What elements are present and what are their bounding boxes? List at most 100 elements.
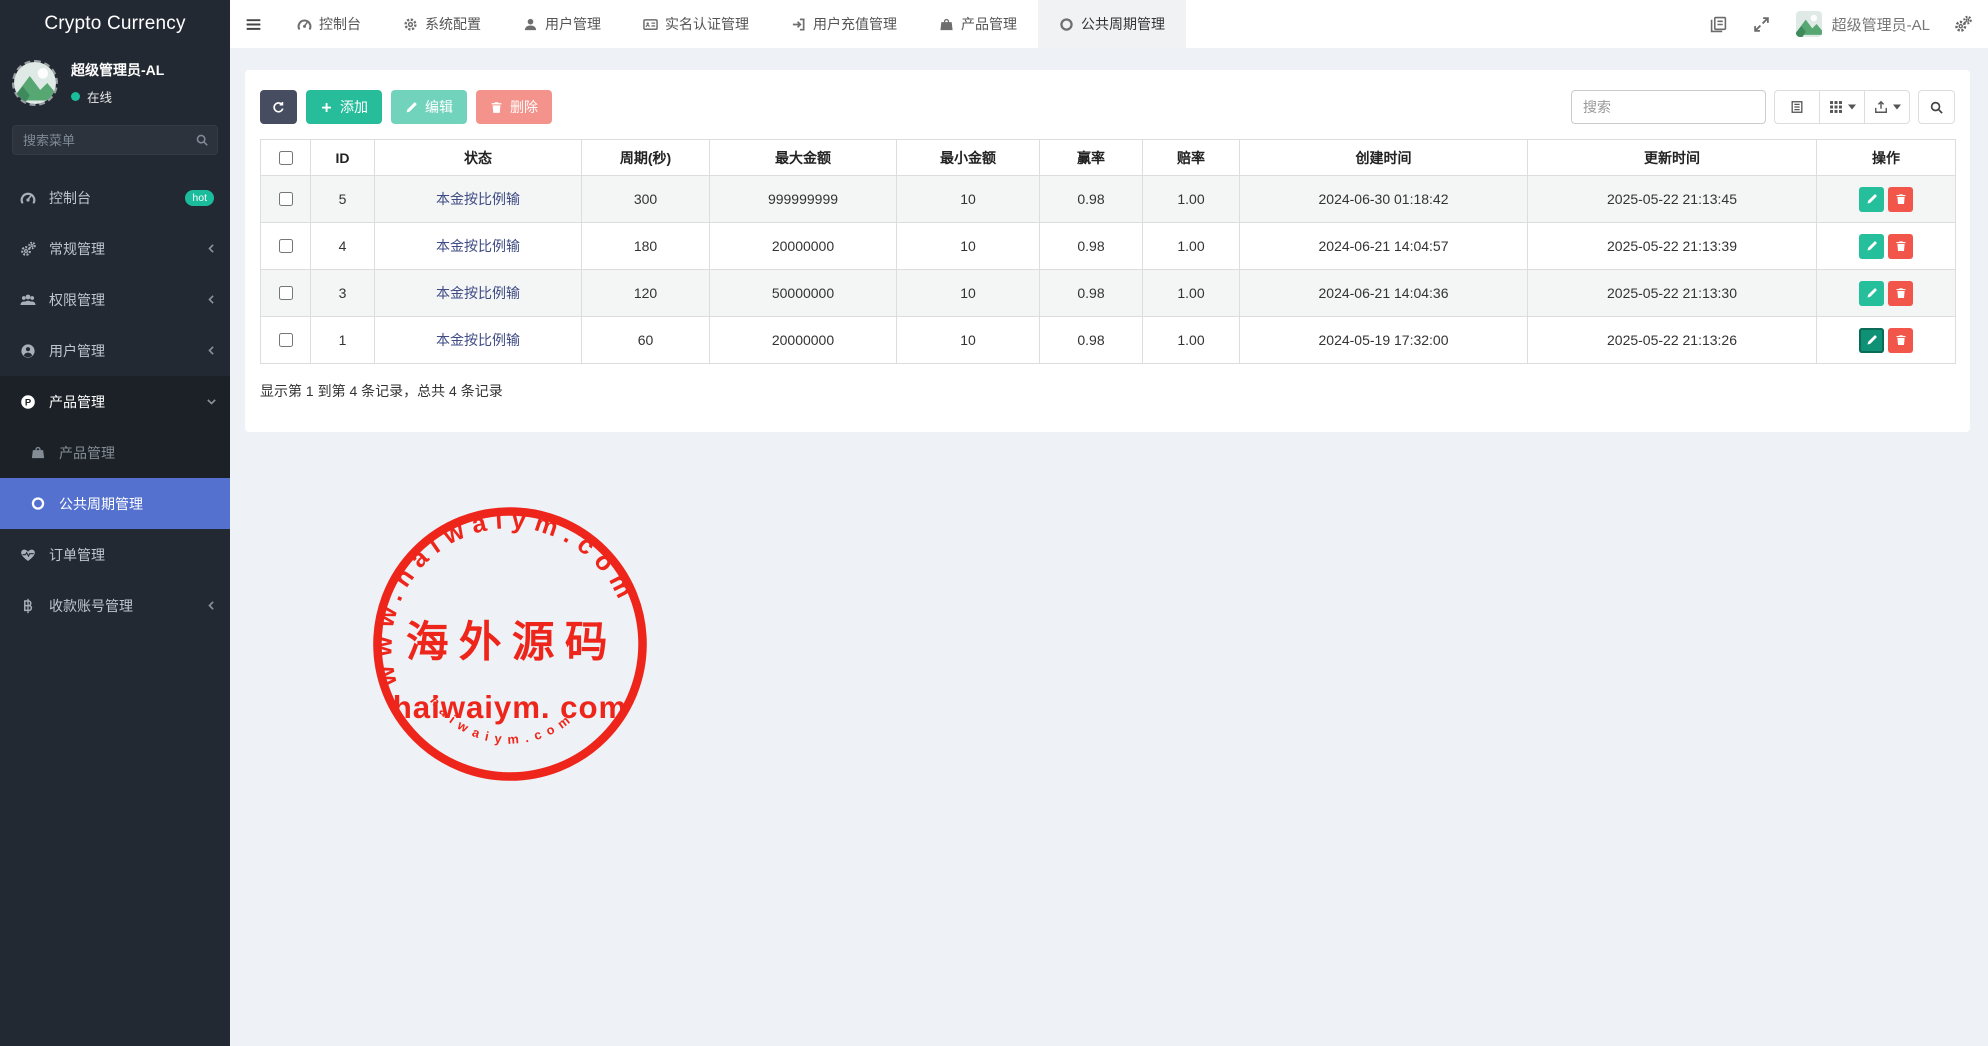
cell-created: 2024-06-30 01:18:42 (1240, 176, 1528, 223)
cell-period: 180 (582, 223, 710, 270)
row-checkbox[interactable] (279, 239, 293, 253)
fullscreen-icon[interactable] (1753, 16, 1770, 33)
row-delete-button[interactable] (1888, 328, 1913, 353)
menu-search-input[interactable] (12, 125, 218, 155)
sidebar-item-dashboard[interactable]: 控制台 hot (0, 172, 230, 223)
topbar-tabs: 控制台 系统配置 用户管理 实名认证管理 用户充值管理 (276, 0, 1186, 48)
sidebar-item-orders[interactable]: 订单管理 (0, 529, 230, 580)
view-button-group (1774, 90, 1910, 124)
cell-status: 本金按比例输 (375, 317, 582, 364)
row-checkbox[interactable] (279, 333, 293, 347)
header-checkbox-cell (261, 140, 311, 176)
table-row: 5本金按比例输300999999999100.981.002024-06-30 … (261, 176, 1956, 223)
row-checkbox[interactable] (279, 192, 293, 206)
caret-down-icon (1848, 104, 1856, 110)
avatar[interactable] (12, 60, 58, 106)
svg-text:www.haiwaiym.com: www.haiwaiym.com (369, 506, 642, 690)
sign-in-icon (791, 17, 806, 32)
pagination-toggle-button[interactable] (1774, 90, 1820, 124)
search-button[interactable] (1918, 90, 1955, 124)
tab-label: 用户管理 (545, 14, 601, 34)
cell-created: 2024-06-21 14:04:57 (1240, 223, 1528, 270)
cell-id: 1 (311, 317, 375, 364)
chevron-down-icon (205, 395, 218, 408)
tab-label: 产品管理 (961, 14, 1017, 34)
tab-product-manage[interactable]: 产品管理 (918, 0, 1038, 48)
sidebar-item-general[interactable]: 常规管理 (0, 223, 230, 274)
pencil-icon (1866, 240, 1878, 252)
topbar: 控制台 系统配置 用户管理 实名认证管理 用户充值管理 (230, 0, 1988, 48)
sidebar-subitem-public-cycle[interactable]: 公共周期管理 (0, 478, 230, 529)
sidebar-item-products[interactable]: P 产品管理 (0, 376, 230, 427)
users-icon (20, 292, 36, 308)
topbar-user-name[interactable]: 超级管理员-AL (1832, 14, 1930, 35)
trash-icon (1895, 240, 1907, 252)
docs-icon[interactable] (1710, 16, 1727, 33)
row-edit-button[interactable] (1859, 328, 1884, 353)
sidebar-item-label: 产品管理 (59, 443, 218, 463)
header-created: 创建时间 (1240, 140, 1528, 176)
sidebar-item-label: 订单管理 (49, 545, 218, 565)
edit-button[interactable]: 编辑 (391, 90, 467, 124)
sidebar-item-label: 权限管理 (49, 290, 205, 310)
export-button[interactable] (1864, 90, 1910, 124)
gauge-icon (297, 17, 312, 32)
tab-public-cycle[interactable]: 公共周期管理 (1038, 0, 1186, 48)
columns-toggle-button[interactable] (1819, 90, 1865, 124)
tab-system-config[interactable]: 系统配置 (382, 0, 502, 48)
row-edit-button[interactable] (1859, 187, 1884, 212)
pencil-icon (1866, 334, 1878, 346)
row-delete-button[interactable] (1888, 187, 1913, 212)
chevron-left-icon (205, 344, 218, 357)
cell-win: 0.98 (1040, 176, 1143, 223)
cell-id: 5 (311, 176, 375, 223)
tab-label: 用户充值管理 (813, 14, 897, 34)
add-button[interactable]: 添加 (306, 90, 382, 124)
sidebar-item-payment-accounts[interactable]: 收款账号管理 (0, 580, 230, 631)
sidebar-item-permissions[interactable]: 权限管理 (0, 274, 230, 325)
tab-dashboard[interactable]: 控制台 (276, 0, 382, 48)
tab-kyc-manage[interactable]: 实名认证管理 (622, 0, 770, 48)
delete-button[interactable]: 删除 (476, 90, 552, 124)
refresh-button[interactable] (260, 90, 297, 124)
cell-created: 2024-05-19 17:32:00 (1240, 317, 1528, 364)
sidebar-menu: 控制台 hot 常规管理 权限管理 用户管理 P (0, 172, 230, 631)
row-delete-button[interactable] (1888, 281, 1913, 306)
sidebar-toggle-button[interactable] (230, 0, 276, 48)
cell-max: 20000000 (710, 223, 897, 270)
row-checkbox[interactable] (279, 286, 293, 300)
chevron-left-icon (205, 293, 218, 306)
p-circle-icon: P (20, 394, 36, 410)
table-row: 1本金按比例输6020000000100.981.002024-05-19 17… (261, 317, 1956, 364)
avatar[interactable] (1796, 11, 1822, 37)
sidebar-item-users[interactable]: 用户管理 (0, 325, 230, 376)
user-status: 在线 (71, 87, 164, 106)
sidebar-subitem-product-manage[interactable]: 产品管理 (0, 427, 230, 478)
pencil-icon (1866, 287, 1878, 299)
heart-pulse-icon (20, 547, 36, 563)
trash-icon (1895, 334, 1907, 346)
cell-id: 4 (311, 223, 375, 270)
cell-status: 本金按比例输 (375, 270, 582, 317)
row-edit-button[interactable] (1859, 281, 1884, 306)
header-status: 状态 (375, 140, 582, 176)
svg-text:P: P (25, 397, 32, 408)
cell-period: 300 (582, 176, 710, 223)
row-delete-button[interactable] (1888, 234, 1913, 259)
table-search-input[interactable] (1571, 90, 1766, 124)
data-table: ID 状态 周期(秒) 最大金额 最小金额 赢率 赔率 创建时间 更新时间 操作 (260, 139, 1956, 364)
shopping-bag-icon (30, 445, 46, 460)
watermark-stamp: www.haiwaiym.com 海外源码 haiwaiym. com haiw… (368, 502, 652, 786)
sidebar-item-label: 用户管理 (49, 341, 205, 361)
search-icon (195, 133, 209, 147)
tab-recharge-manage[interactable]: 用户充值管理 (770, 0, 918, 48)
row-edit-button[interactable] (1859, 234, 1884, 259)
cell-min: 10 (897, 270, 1040, 317)
settings-gears-icon[interactable] (1954, 15, 1972, 33)
tab-user-manage[interactable]: 用户管理 (502, 0, 622, 48)
select-all-checkbox[interactable] (279, 151, 293, 165)
ring-icon (1059, 17, 1074, 32)
cell-win: 0.98 (1040, 223, 1143, 270)
cell-status: 本金按比例输 (375, 223, 582, 270)
cell-odds: 1.00 (1143, 270, 1240, 317)
